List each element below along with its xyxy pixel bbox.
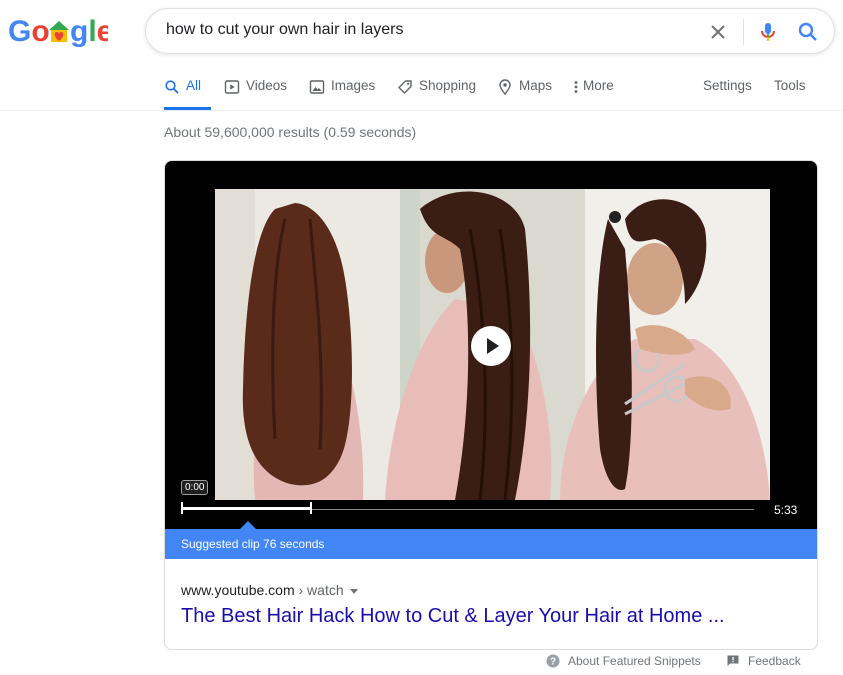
result-breadcrumb: › watch <box>294 582 344 598</box>
help-icon: ? <box>546 654 560 668</box>
chevron-down-icon[interactable] <box>349 588 358 594</box>
svg-text:?: ? <box>550 657 556 668</box>
feedback-icon <box>726 654 740 668</box>
tab-videos[interactable]: Videos <box>224 78 287 110</box>
play-icon <box>487 338 499 354</box>
tools-link[interactable]: Tools <box>774 78 806 110</box>
tabs-divider <box>0 110 843 111</box>
feedback-label: Feedback <box>748 654 801 668</box>
tag-icon <box>397 79 413 95</box>
tab-label: Maps <box>519 78 553 93</box>
tab-label: More <box>583 78 614 93</box>
image-icon <box>309 79 325 95</box>
search-input[interactable]: how to cut your own hair in layers <box>166 21 403 39</box>
tab-label: Videos <box>246 78 288 93</box>
clip-end-marker <box>310 502 312 514</box>
result-site: www.youtube.com <box>181 582 295 598</box>
svg-text:Go: Go <box>8 15 50 48</box>
search-tabs: All Videos Images Shopping Maps More Set… <box>164 78 824 110</box>
google-logo-graphic: Go gle <box>8 15 108 48</box>
feedback-link[interactable]: Feedback <box>726 654 801 668</box>
featured-video-card: 0:00 5:33 Suggested clip 76 seconds www.… <box>164 160 818 650</box>
suggested-clip-range[interactable] <box>182 507 311 510</box>
tab-label: All <box>186 78 202 93</box>
tab-label: Images <box>331 78 376 93</box>
search-icon <box>164 79 180 95</box>
svg-text:gle: gle <box>70 15 108 48</box>
tab-maps[interactable]: Maps <box>497 78 552 110</box>
about-featured-snippets-link[interactable]: ? About Featured Snippets <box>546 654 701 668</box>
tab-label: Shopping <box>419 78 477 93</box>
play-button[interactable] <box>471 326 511 366</box>
search-box-divider <box>743 19 744 45</box>
result-url[interactable]: www.youtube.com › watch <box>181 582 358 598</box>
clip-start-time: 0:00 <box>181 480 209 495</box>
search-box[interactable]: how to cut your own hair in layers <box>145 8 835 54</box>
search-icon[interactable] <box>796 20 820 44</box>
video-player[interactable]: 0:00 5:33 <box>165 161 817 529</box>
settings-link[interactable]: Settings <box>703 78 752 110</box>
suggested-clip-bar[interactable]: Suggested clip 76 seconds <box>165 521 817 559</box>
settings-label: Settings <box>703 78 752 93</box>
result-title-link[interactable]: The Best Hair Hack How to Cut & Layer Yo… <box>181 605 725 628</box>
tab-all[interactable]: All <box>164 78 211 110</box>
tab-shopping[interactable]: Shopping <box>397 78 476 110</box>
play-square-icon <box>224 79 240 95</box>
result-stats: About 59,600,000 results (0.59 seconds) <box>164 124 417 140</box>
microphone-icon[interactable] <box>756 20 780 44</box>
tab-images[interactable]: Images <box>309 78 375 110</box>
vertical-dots-icon <box>572 79 580 95</box>
tab-more[interactable]: More <box>572 78 614 110</box>
tools-label: Tools <box>774 78 806 93</box>
suggested-clip-label: Suggested clip 76 seconds <box>181 537 325 551</box>
clip-pointer <box>240 521 256 529</box>
map-pin-icon <box>497 79 513 95</box>
video-duration: 5:33 <box>774 503 798 517</box>
clip-start-marker <box>181 502 183 514</box>
about-featured-snippets-label: About Featured Snippets <box>568 654 701 668</box>
google-logo[interactable]: Go gle <box>8 14 108 48</box>
close-icon[interactable] <box>706 20 730 44</box>
